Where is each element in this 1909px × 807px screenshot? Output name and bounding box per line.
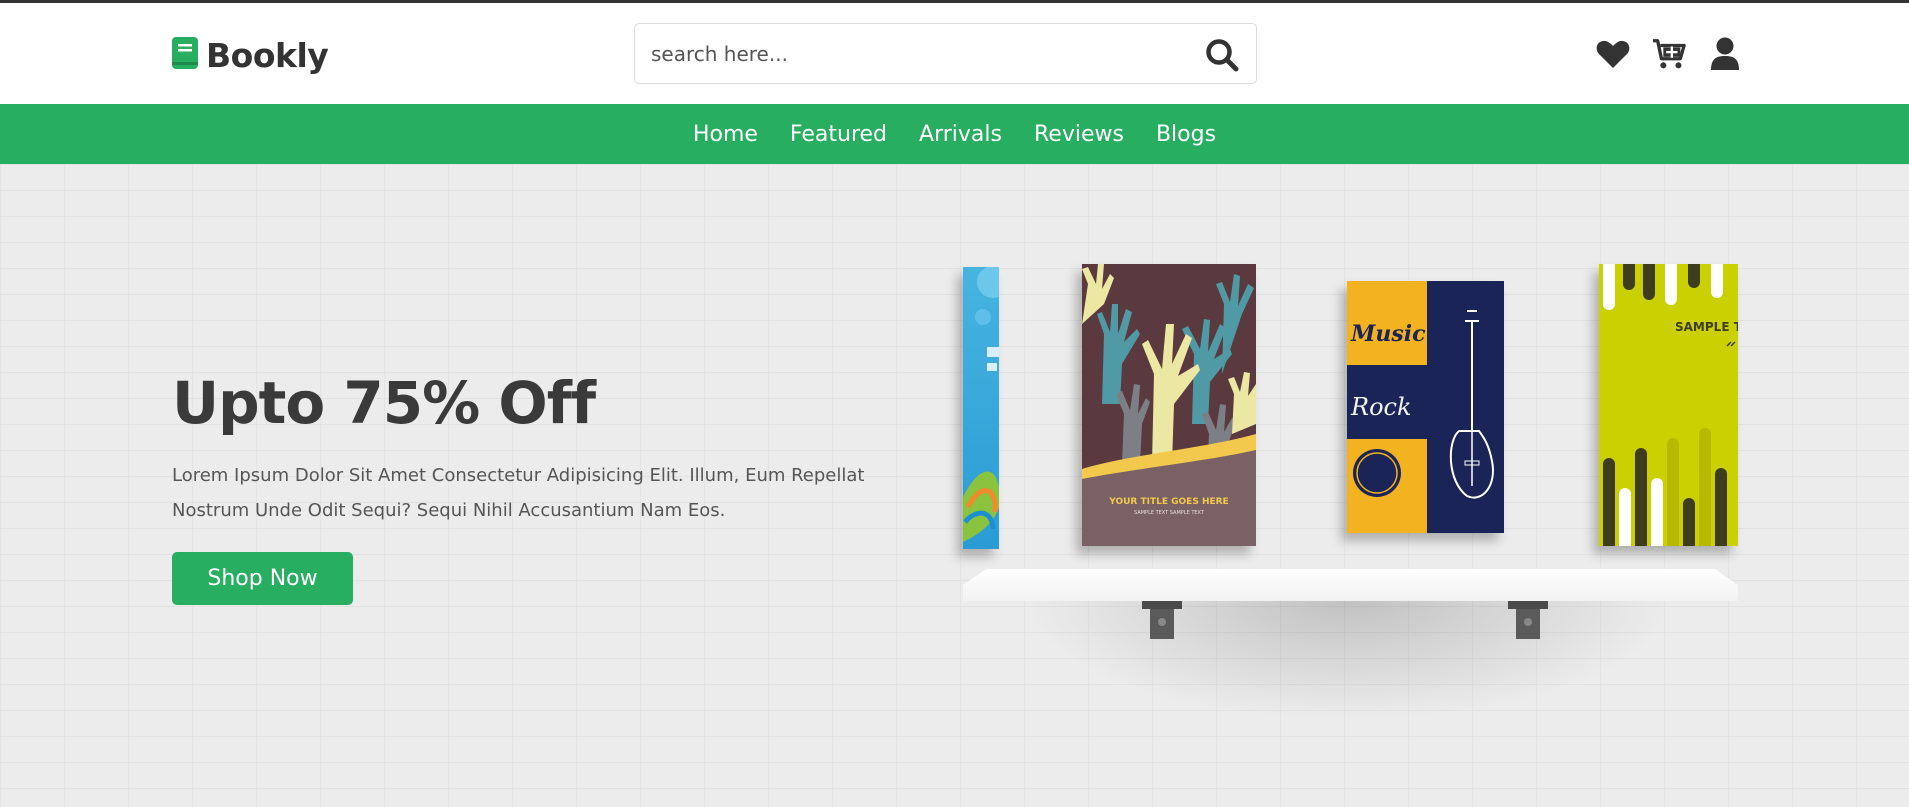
book-shelf-slider: YOUR TITLE GOES HERE SAMPLE TEXT SAMPLE …: [963, 164, 1738, 807]
book-caption: YOUR TITLE GOES HERE: [1109, 497, 1229, 507]
logo-link[interactable]: Bookly: [172, 35, 329, 75]
nav-blogs[interactable]: Blogs: [1140, 122, 1232, 147]
cart-button[interactable]: [1652, 36, 1686, 72]
shelf-bracket: [1142, 601, 1182, 639]
nav-arrivals[interactable]: Arrivals: [903, 122, 1018, 147]
account-button[interactable]: [1708, 36, 1742, 72]
hero-description: Lorem Ipsum Dolor Sit Amet Consectetur A…: [172, 465, 865, 521]
search-form: [634, 23, 1257, 84]
search-icon: [1206, 39, 1239, 72]
book-caption: SAMPLE T: [1675, 320, 1738, 334]
shelf-bracket: [1508, 601, 1548, 639]
logo-text: Bookly: [206, 35, 329, 75]
search-input[interactable]: [635, 24, 1175, 83]
shop-now-button[interactable]: Shop Now: [172, 552, 353, 605]
site-header: Bookly: [0, 3, 1909, 105]
hero-title: Upto 75% Off: [172, 369, 596, 437]
cart-icon: [1652, 39, 1686, 69]
heart-icon: [1596, 40, 1630, 68]
book-cover[interactable]: SAMPLE T: [1599, 264, 1738, 546]
shelf: [963, 569, 1738, 601]
header-icons: [1596, 36, 1742, 72]
user-icon: [1711, 37, 1739, 70]
wishlist-button[interactable]: [1596, 36, 1630, 72]
main-nav: Home Featured Arrivals Reviews Blogs: [0, 104, 1909, 164]
search-button[interactable]: [1204, 37, 1240, 73]
book-cover[interactable]: YOUR TITLE GOES HERE SAMPLE TEXT SAMPLE …: [1082, 264, 1256, 546]
hero-section: Upto 75% Off Lorem Ipsum Dolor Sit Amet …: [0, 164, 1909, 807]
shelf-shadow: [1023, 601, 1673, 721]
nav-reviews[interactable]: Reviews: [1018, 122, 1140, 147]
book-cover[interactable]: [963, 267, 999, 549]
nav-home[interactable]: Home: [677, 122, 774, 147]
book-subcaption: SAMPLE TEXT SAMPLE TEXT: [1134, 510, 1204, 516]
book-cover[interactable]: Music Rock: [1347, 281, 1504, 533]
nav-featured[interactable]: Featured: [774, 122, 903, 147]
book-icon: [172, 37, 198, 73]
